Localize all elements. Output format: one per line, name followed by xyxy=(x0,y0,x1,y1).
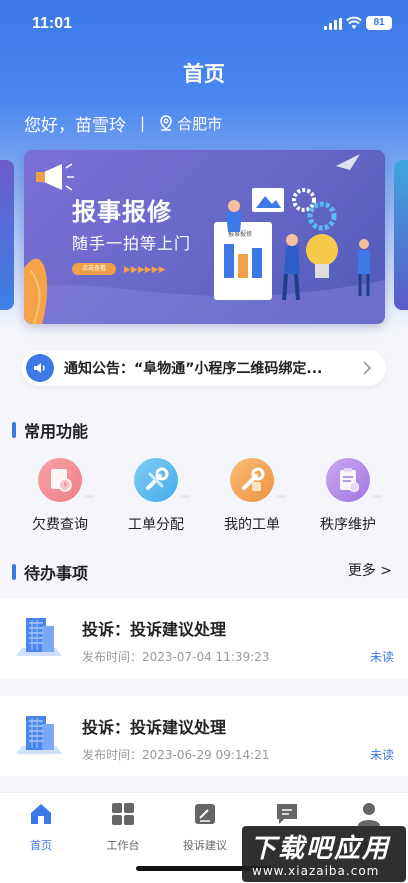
banner-carousel[interactable]: ▶▶▶▶▶▶ 报事报修 报事报修 随手一拍等上门 点击查看 xyxy=(24,150,385,324)
edit-icon xyxy=(195,804,215,824)
user-icon xyxy=(358,803,380,826)
tab-complaints[interactable]: 投诉建议 xyxy=(164,801,246,853)
svg-text:▶▶▶▶▶▶: ▶▶▶▶▶▶ xyxy=(124,265,166,275)
todo-time: 发布时间：2023-07-04 11:39:23 xyxy=(82,650,270,664)
watermark: 下载吧应用 www.xiazaiba.com xyxy=(242,826,406,882)
watermark-main: 下载吧应用 xyxy=(250,834,391,864)
func-label: 欠费查询 xyxy=(32,517,88,533)
todo-item[interactable]: 投诉：投诉建议处理 发布时间：2023-07-04 11:39:23 未读 xyxy=(0,598,408,678)
banner-title: 报事报修 xyxy=(72,198,172,226)
clipboard-icon xyxy=(326,458,382,502)
func-order-assign[interactable]: 工单分配 xyxy=(116,458,196,534)
chevron-right-icon xyxy=(363,361,372,375)
grid-icon xyxy=(112,803,134,825)
func-label: 工单分配 xyxy=(128,517,184,533)
building-icon xyxy=(16,716,62,754)
todo-title: 投诉：投诉建议处理 xyxy=(82,620,227,639)
todo-section-title: 待办事项 xyxy=(12,560,88,584)
cellular-signal-icon xyxy=(324,18,342,30)
functions-grid: 欠费查询 工单分配 我的工单 秩序维护 xyxy=(0,458,408,538)
home-icon xyxy=(31,804,51,824)
todo-time: 发布时间：2023-06-29 09:14:21 xyxy=(82,748,270,762)
tab-home[interactable]: 首页 xyxy=(0,801,82,853)
message-icon xyxy=(277,804,297,824)
func-arrears-query[interactable]: 欠费查询 xyxy=(20,458,100,534)
banner-prev-peek[interactable] xyxy=(0,160,14,310)
banner-next-peek[interactable] xyxy=(394,160,408,310)
unread-badge: 未读 xyxy=(369,650,394,664)
page-title: 首页 xyxy=(183,62,225,86)
functions-section-title: 常用功能 xyxy=(12,418,88,442)
func-order-maintenance[interactable]: 秩序维护 xyxy=(308,458,388,534)
status-time: 11:01 xyxy=(32,15,73,32)
banner-view-button[interactable]: 点击查看 xyxy=(72,263,116,275)
tab-label: 工作台 xyxy=(106,839,140,852)
todo-item[interactable]: 投诉：投诉建议处理 发布时间：2023-06-29 09:14:21 未读 xyxy=(0,696,408,776)
greeting-text: 您好，苗雪玲 xyxy=(24,115,126,136)
tools-icon xyxy=(230,458,286,502)
more-link[interactable]: 更多 > xyxy=(348,560,392,580)
banner-subtitle: 随手一拍等上门 xyxy=(72,234,192,253)
unread-badge: 未读 xyxy=(369,748,394,762)
tab-label: 首页 xyxy=(30,839,52,852)
city-selector[interactable]: 合肥市 xyxy=(177,113,222,134)
section-accent-bar xyxy=(12,564,16,580)
separator: | xyxy=(140,114,146,132)
notice-bar[interactable]: 通知公告：“阜物通”小程序二维码绑定... xyxy=(22,350,386,386)
wifi-icon xyxy=(346,16,362,29)
greeting-row: 您好，苗雪玲 | 合肥市 xyxy=(24,110,222,136)
functions-title-text: 常用功能 xyxy=(24,422,89,441)
speaker-icon xyxy=(26,354,54,382)
notice-text: 通知公告：“阜物通”小程序二维码绑定... xyxy=(64,361,323,377)
tab-label: 投诉建议 xyxy=(183,839,227,852)
watermark-url: www.xiazaiba.com xyxy=(252,864,380,878)
todo-title: 投诉：投诉建议处理 xyxy=(82,718,227,737)
status-bar: 11:01 81 xyxy=(0,0,408,48)
building-icon xyxy=(16,618,62,656)
wrench-icon xyxy=(134,458,190,502)
battery-icon: 81 xyxy=(366,16,392,30)
tab-workbench[interactable]: 工作台 xyxy=(82,801,164,853)
func-my-orders[interactable]: 我的工单 xyxy=(212,458,292,534)
func-label: 我的工单 xyxy=(224,517,280,533)
func-label: 秩序维护 xyxy=(320,517,376,533)
todo-title-text: 待办事项 xyxy=(24,564,89,583)
location-pin-icon xyxy=(160,115,172,131)
section-accent-bar xyxy=(12,422,16,438)
bill-icon xyxy=(38,458,94,502)
